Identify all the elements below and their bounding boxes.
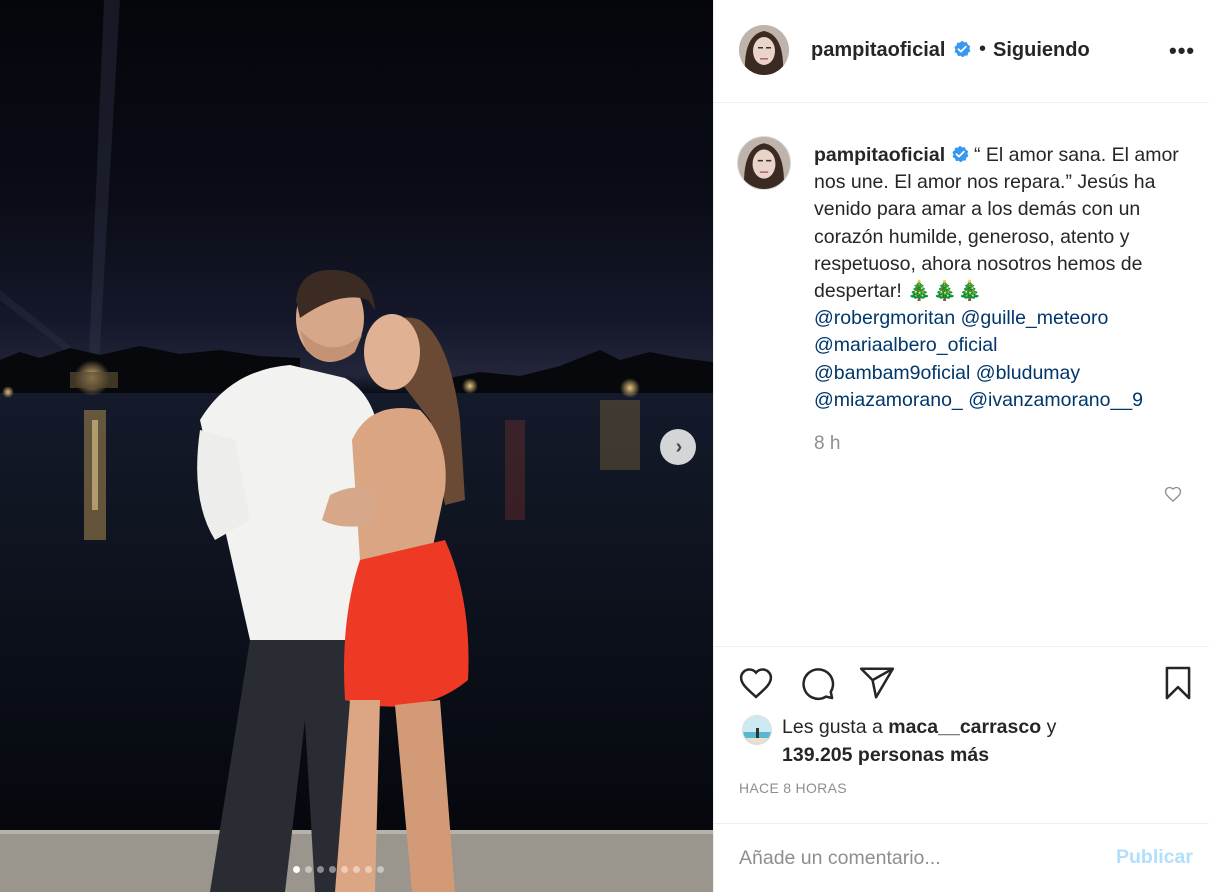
verified-icon: [953, 40, 971, 61]
comment-input[interactable]: [739, 844, 1079, 872]
mention-link[interactable]: @guille_meteoro: [961, 307, 1109, 329]
mention-link[interactable]: @miazamorano_: [814, 389, 963, 411]
caption-emoji: 🎄🎄🎄: [907, 280, 984, 303]
carousel-dot: [365, 866, 372, 873]
heart-icon[interactable]: [737, 664, 775, 702]
publish-button[interactable]: Publicar: [1116, 846, 1193, 869]
carousel-dot: [341, 866, 348, 873]
bookmark-icon[interactable]: [1159, 664, 1197, 702]
post-timestamp[interactable]: HACE 8 HORAS: [739, 780, 847, 796]
likes-prefix: Les gusta a: [782, 716, 883, 738]
carousel-dot: [305, 866, 312, 873]
share-icon[interactable]: [858, 664, 896, 702]
action-bar: [714, 646, 1209, 716]
caption-body: “ El amor sana. El amor nos une. El amor…: [814, 144, 1179, 303]
caption-section: pampitaoficial “ El amor sana. El amor n…: [714, 103, 1209, 646]
carousel-next-button[interactable]: ›: [660, 429, 696, 465]
photo-image: [0, 0, 713, 892]
comment-form: Publicar: [714, 823, 1209, 892]
carousel-dot: [377, 866, 384, 873]
header-username[interactable]: pampitaoficial: [811, 39, 945, 62]
verified-icon: [951, 145, 968, 163]
carousel-dot: [329, 866, 336, 873]
caption-text: pampitaoficial “ El amor sana. El amor n…: [814, 142, 1184, 414]
heart-icon[interactable]: [1163, 484, 1183, 504]
caption-time[interactable]: 8 h: [814, 433, 840, 455]
header-separator: •: [979, 38, 987, 60]
likes-conjunction: y: [1046, 716, 1057, 738]
liker-avatar[interactable]: [742, 715, 772, 745]
mention-link[interactable]: @robergmoritan: [814, 307, 955, 329]
likes-text: Les gusta a maca__carrasco y 139.205 per…: [782, 714, 1192, 769]
mention-link[interactable]: @ivanzamorano__9: [968, 389, 1143, 411]
carousel-dot: [317, 866, 324, 873]
post-photo[interactable]: ›: [0, 0, 713, 892]
following-button[interactable]: Siguiendo: [993, 39, 1090, 62]
comment-icon[interactable]: [798, 664, 836, 702]
carousel-dot: [293, 866, 300, 873]
caption-username[interactable]: pampitaoficial: [814, 144, 945, 166]
carousel-dot: [353, 866, 360, 873]
post-header: pampitaoficial • Siguiendo •••: [714, 0, 1209, 103]
post-side-panel: pampitaoficial • Siguiendo ••• pampitaof…: [713, 0, 1209, 892]
mention-link[interactable]: @bambam9oficial: [814, 362, 970, 384]
avatar[interactable]: [739, 25, 789, 75]
chevron-right-icon: ›: [675, 436, 683, 458]
likes-count[interactable]: 139.205 personas más: [782, 744, 989, 766]
more-icon[interactable]: •••: [1169, 38, 1195, 64]
liker-username[interactable]: maca__carrasco: [888, 716, 1041, 738]
mention-link[interactable]: @mariaalbero_oficial: [814, 334, 997, 356]
carousel-indicator: [293, 866, 384, 873]
mention-link[interactable]: @bludumay: [976, 362, 1080, 384]
caption-avatar[interactable]: [737, 136, 791, 190]
